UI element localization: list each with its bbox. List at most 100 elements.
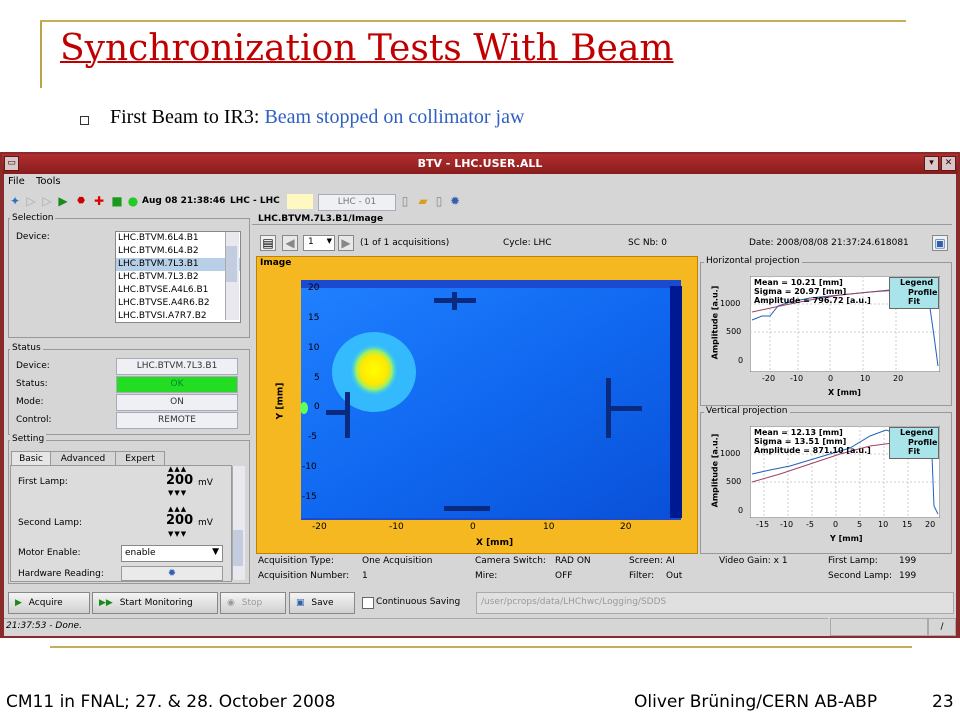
- stop-button[interactable]: ◉ Stop: [220, 592, 286, 614]
- separator-icon-2: ▯: [435, 194, 443, 208]
- status-bar-message: 21:37:53 - Done.: [6, 621, 82, 631]
- setting-scroll-thumb[interactable]: [233, 530, 243, 566]
- device-list[interactable]: LHC.BTVM.6L4.B1 LHC.BTVM.6L4.B2 LHC.BTVM…: [115, 231, 241, 323]
- device-list-item[interactable]: LHC.BTVM.6L4.B2: [116, 245, 240, 258]
- second-lamp-value[interactable]: 200: [166, 513, 193, 528]
- second-lamp-down-icon[interactable]: ▼▼▼: [168, 530, 187, 538]
- device-list-scroll-thumb[interactable]: [226, 246, 237, 282]
- vproj-x-tick: -10: [780, 520, 794, 529]
- continuous-saving-checkbox[interactable]: [362, 597, 374, 609]
- next-acquisition-icon[interactable]: ▶: [338, 235, 354, 251]
- window-close-icon[interactable]: ✕: [941, 156, 956, 171]
- image-x-tick: -10: [389, 522, 404, 532]
- device-list-item[interactable]: LHC.BTVSE.A4L6.B1: [116, 284, 240, 297]
- image-right-edge: [670, 286, 682, 518]
- help-icon[interactable]: ▣: [932, 235, 948, 251]
- device-list-item[interactable]: LHC.BTVM.7L3.B2: [116, 271, 240, 284]
- toolbar-context: LHC - LHC: [230, 196, 280, 206]
- status-bar-resize-icon[interactable]: /: [928, 618, 956, 636]
- status-status-label: Status:: [16, 379, 48, 389]
- vertical-projection-title: Vertical projection: [704, 406, 790, 416]
- acquire-button[interactable]: ▶ Acquire: [8, 592, 90, 614]
- acq-number-value: 1: [362, 571, 368, 581]
- info-first-lamp-label: First Lamp:: [828, 556, 878, 566]
- save-button[interactable]: ▣ Save: [289, 592, 355, 614]
- image-y-tick: -15: [302, 492, 317, 502]
- slide-bottom-rule: [50, 646, 912, 648]
- image-x-tick: 0: [470, 522, 476, 532]
- fast-forward-icon[interactable]: ▷: [40, 194, 54, 208]
- hproj-x-tick: 10: [860, 374, 871, 383]
- save-path-field[interactable]: /user/pcrops/data/LHChwc/Logging/SDDS: [476, 592, 954, 614]
- first-lamp-value[interactable]: 200: [166, 473, 193, 488]
- stop-sign-icon[interactable]: ⬣: [74, 194, 88, 208]
- second-lamp-unit: mV: [198, 518, 213, 528]
- tab-advanced[interactable]: Advanced: [50, 451, 116, 466]
- save-path-value: /user/pcrops/data/LHChwc/Logging/SDDS: [481, 597, 667, 607]
- status-bar-segment: [830, 618, 928, 636]
- window-menu-icon[interactable]: ▭: [4, 156, 19, 171]
- setting-title: Setting: [10, 434, 47, 444]
- second-lamp-up-icon[interactable]: ▲▲▲: [168, 505, 187, 513]
- sc-nb-label: SC Nb: 0: [628, 238, 667, 248]
- first-lamp-up-icon[interactable]: ▲▲▲: [168, 465, 187, 473]
- vproj-stat-amplitude: Amplitude = 871.10 [a.u.]: [754, 446, 871, 455]
- hproj-x-tick: -10: [790, 374, 804, 383]
- export-icon[interactable]: ▤: [260, 235, 276, 251]
- tab-expert[interactable]: Expert: [115, 451, 165, 466]
- acq-type-value: One Acquisition: [362, 556, 433, 566]
- beam-spot: [350, 344, 398, 396]
- tab-basic[interactable]: Basic: [11, 451, 51, 466]
- hproj-legend-fit: Fit: [908, 297, 921, 306]
- hardware-reading-gear-icon[interactable]: ✹: [121, 566, 223, 581]
- chevron-down-icon[interactable]: ▼: [327, 237, 332, 245]
- footer-author: Oliver Brüning/CERN AB-ABP: [634, 692, 878, 712]
- gear-icon[interactable]: ✹: [448, 194, 462, 208]
- device-list-item[interactable]: LHC.BTVSE.A4R6.B2: [116, 297, 240, 310]
- image-x-tick: 10: [543, 522, 555, 532]
- menu-file[interactable]: File: [8, 176, 25, 187]
- image-y-axis-label: Y [mm]: [275, 382, 286, 420]
- image-edge-spot: [300, 402, 308, 414]
- acquire-label: Acquire: [28, 598, 63, 608]
- collimator-mark-top-bar: [434, 298, 476, 303]
- vproj-y-tick: 0: [738, 506, 744, 515]
- footer-left: CM11 in FNAL; 27. & 28. October 2008: [6, 692, 336, 712]
- menu-tools[interactable]: Tools: [36, 176, 61, 187]
- first-lamp-down-icon[interactable]: ▼▼▼: [168, 489, 187, 497]
- previous-acquisition-icon[interactable]: ◀: [282, 235, 298, 251]
- hproj-x-tick: 0: [828, 374, 834, 383]
- vproj-legend-title: Legend: [900, 428, 934, 437]
- beam-image-plot: [300, 280, 682, 520]
- filter-label: Filter:: [629, 571, 655, 581]
- collimator-mark-bottom: [444, 506, 490, 511]
- step-forward-icon[interactable]: ▷: [24, 194, 38, 208]
- window-minimize-icon[interactable]: ▾: [924, 156, 939, 171]
- video-gain: Video Gain: x 1: [719, 556, 788, 566]
- status-device-value: LHC.BTVM.7L3.B1: [116, 358, 238, 375]
- play-icon[interactable]: ▶: [56, 194, 70, 208]
- start-monitoring-button[interactable]: ▶▶ Start Monitoring: [92, 592, 218, 614]
- hproj-y-tick: 0: [738, 356, 744, 365]
- settings-icon[interactable]: ✦: [8, 194, 22, 208]
- device-list-item-selected[interactable]: LHC.BTVM.7L3.B1: [116, 258, 240, 271]
- filter-value: Out: [666, 571, 683, 581]
- bullet-square-icon: [80, 116, 89, 125]
- image-y-tick: 0: [314, 402, 320, 412]
- motor-enable-value: enable: [125, 548, 156, 558]
- hproj-x-label: X [mm]: [828, 388, 861, 397]
- acquisition-select[interactable]: 1 ▼: [303, 235, 335, 251]
- stop-icon: ◉: [227, 598, 235, 608]
- open-folder-icon[interactable]: ▰: [416, 194, 430, 208]
- motor-enable-select[interactable]: enable ▼: [121, 545, 223, 562]
- device-list-item[interactable]: LHC.BTVSI.A7R7.B2: [116, 310, 240, 322]
- hproj-y-tick: 500: [726, 327, 742, 336]
- status-control-value: REMOTE: [116, 412, 238, 429]
- chevron-down-icon[interactable]: ▼: [212, 547, 219, 557]
- mire-label: Mire:: [475, 571, 498, 581]
- red-cross-icon[interactable]: ✚: [92, 194, 106, 208]
- acq-type-label: Acquisition Type:: [258, 556, 334, 566]
- status-device-label: Device:: [16, 361, 50, 371]
- device-list-item[interactable]: LHC.BTVM.6L4.B1: [116, 232, 240, 245]
- slide-left-rule: [40, 20, 42, 88]
